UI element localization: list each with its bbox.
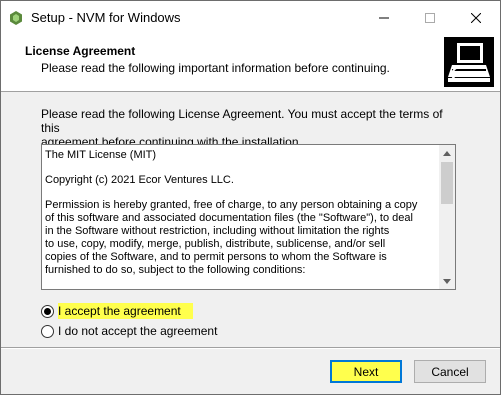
license-line: Permission is hereby granted, free of ch… [45,199,418,211]
intro-line-1: Please read the following License Agreem… [41,107,443,135]
license-textbox[interactable]: The MIT License (MIT) Copyright (c) 2021… [41,144,456,290]
scroll-down-button[interactable] [439,273,455,289]
decline-radio[interactable] [41,324,54,338]
window-title: Setup - NVM for Windows [31,10,181,25]
page-subtitle: Please read the following important info… [41,61,390,75]
accept-radio[interactable] [41,304,54,318]
license-copyright: Copyright (c) 2021 Ecor Ventures LLC. [45,174,234,186]
license-line: in the Software without restriction, inc… [45,225,390,237]
license-line: of this software and associated document… [45,212,413,224]
close-icon [471,12,481,23]
wizard-header: License Agreement Please read the follow… [1,34,500,92]
license-content: The MIT License (MIT) Copyright (c) 2021… [45,149,437,277]
close-button[interactable] [453,1,499,34]
intro-text: Please read the following License Agreem… [41,107,461,149]
page-title: License Agreement [25,44,136,58]
decline-option[interactable]: I do not accept the agreement [41,323,217,339]
next-button[interactable]: Next [330,360,402,383]
nvm-app-icon [9,11,23,25]
license-line: copies of the Software, and to permit pe… [45,251,387,263]
chevron-down-icon [443,278,451,284]
vertical-scrollbar[interactable] [439,145,455,289]
license-heading: The MIT License (MIT) [45,149,157,161]
title-bar[interactable]: Setup - NVM for Windows [1,1,500,34]
setup-window: Setup - NVM for Windows License Agreemen… [0,0,501,395]
decline-label[interactable]: I do not accept the agreement [58,324,217,338]
chevron-up-icon [443,150,451,156]
accept-option[interactable]: I accept the agreement [41,303,193,319]
maximize-button [407,1,453,34]
footer-divider [1,347,500,349]
minimize-button[interactable] [361,1,407,34]
scrollbar-thumb[interactable] [441,162,453,204]
license-line: furnished to do so, subject to the follo… [45,264,306,276]
accept-label[interactable]: I accept the agreement [58,303,193,319]
maximize-icon [425,12,435,23]
minimize-icon [379,17,389,18]
computer-install-icon [444,37,494,87]
scroll-up-button[interactable] [439,145,455,161]
license-line: to use, copy, modify, merge, publish, di… [45,238,386,250]
cancel-button[interactable]: Cancel [414,360,486,383]
